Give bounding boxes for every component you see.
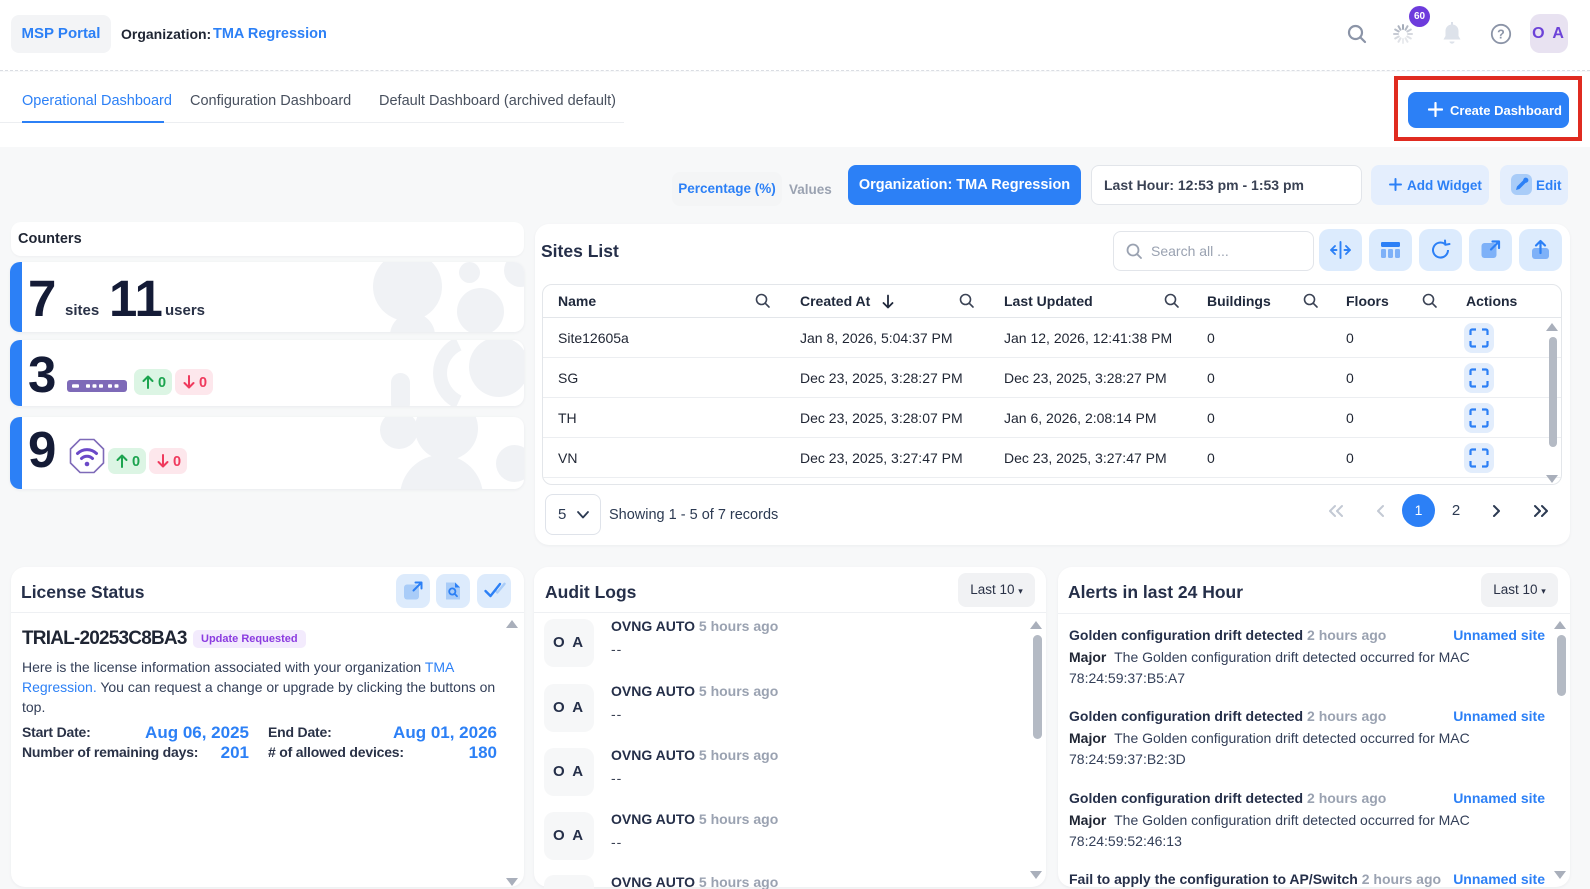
svg-text:?: ? bbox=[1497, 27, 1505, 41]
